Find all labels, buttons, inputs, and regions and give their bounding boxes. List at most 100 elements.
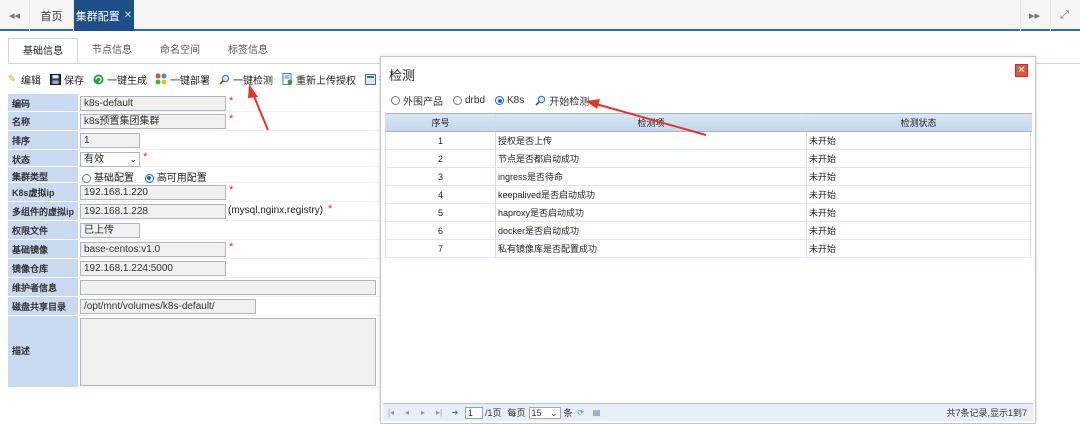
- tabs-next-button[interactable]: ▸▸: [1020, 0, 1048, 31]
- shared-dir-label: 磁盘共享目录: [8, 297, 78, 316]
- radio-button-checked-icon: [144, 173, 154, 183]
- tab-node-info[interactable]: 节点信息: [78, 38, 146, 64]
- floppy-icon: [49, 73, 61, 85]
- row-item-cell: 节点是否都启动成功: [496, 150, 807, 167]
- column-header-status[interactable]: 检测状态: [807, 114, 1031, 131]
- next-page-icon[interactable]: ▸: [418, 408, 428, 418]
- tab-basic-info[interactable]: 基础信息: [8, 38, 78, 64]
- license-file-field[interactable]: 已上传: [80, 223, 140, 238]
- table-row[interactable]: 2 节点是否都启动成功 未开始: [385, 150, 1032, 168]
- double-chevron-left-icon: ◂◂: [8, 10, 21, 22]
- license-file-label: 权限文件: [8, 221, 78, 240]
- radio-k8s[interactable]: K8s: [495, 95, 524, 106]
- tab-namespace[interactable]: 命名空间: [146, 38, 214, 64]
- form-row-license-file: 权限文件 已上传: [8, 221, 380, 240]
- row-item-cell: ingress是否待命: [496, 168, 807, 185]
- cluster-type-label: 集群类型: [8, 167, 78, 183]
- grid-header: 序号 检测项 检测状态: [385, 113, 1032, 132]
- table-row[interactable]: 4 keepalived是否启动成功 未开始: [385, 186, 1032, 204]
- radio-button-icon: [82, 173, 91, 183]
- table-row[interactable]: 3 ingress是否待命 未开始: [385, 168, 1032, 186]
- row-item-cell: 授权是否上传: [496, 132, 807, 149]
- radio-button-checked-icon: [495, 96, 505, 105]
- close-icon[interactable]: ✕: [1015, 64, 1028, 77]
- magnifier-icon: [534, 95, 546, 107]
- components-icon: [155, 73, 167, 85]
- radio-k8s-label: K8s: [507, 95, 525, 106]
- save-button-label: 保存: [64, 75, 84, 87]
- refresh-icon[interactable]: ⟳: [576, 408, 586, 418]
- row-no-cell: 4: [385, 186, 496, 203]
- form-row-base-image: 基础镜像 base-centos:v1.0 *: [8, 240, 380, 259]
- first-page-icon[interactable]: |◂: [386, 408, 396, 418]
- maintainer-label: 维护者信息: [8, 278, 78, 297]
- table-row[interactable]: 7 私有镜像库是否配置成功 未开始: [385, 240, 1032, 258]
- row-item-cell: keepalived是否启动成功: [496, 186, 807, 203]
- status-select[interactable]: 有效 ⌄: [80, 152, 140, 167]
- status-label: 状态: [8, 150, 78, 167]
- radio-drbd-label: drbd: [465, 95, 486, 106]
- radio-drbd[interactable]: drbd: [453, 95, 485, 106]
- k8s-vip-field[interactable]: 192.168.1.220: [80, 185, 226, 200]
- k8s-vip-label: K8s虚拟ip: [8, 183, 78, 202]
- tabs-prev-button[interactable]: ◂◂: [0, 0, 30, 31]
- grid-pager: |◂ ◂ ▸ ▸| ➜ 1 /1页 每页 15 ⌄ 条 ⟳ ▤ 共7条记录,显示1…: [383, 403, 1033, 421]
- grid-body: 1 授权是否上传 未开始 2 节点是否都启动成功 未开始 3 ingress是否待命 未开始 4 k…: [385, 132, 1032, 258]
- save-button[interactable]: 保存: [49, 72, 84, 87]
- order-field[interactable]: 1: [80, 133, 140, 148]
- order-label: 排序: [8, 131, 78, 150]
- required-mark: *: [229, 113, 234, 125]
- generate-button-label: 一键生成: [107, 75, 147, 87]
- tab-cluster-config[interactable]: 集群配置 ✕: [74, 0, 134, 31]
- page-number-input[interactable]: 1: [465, 406, 483, 419]
- form-row-maintainer: 维护者信息: [8, 278, 380, 297]
- table-row[interactable]: 1 授权是否上传 未开始: [385, 132, 1032, 150]
- required-mark: *: [229, 241, 234, 253]
- fullscreen-button[interactable]: ⤢: [1050, 0, 1078, 31]
- edit-button[interactable]: ✎ 编辑: [6, 72, 41, 87]
- top-tab-bar: ◂◂ 首页 集群配置 ✕ ▸▸ ⤢: [0, 0, 1080, 31]
- column-header-no[interactable]: 序号: [385, 114, 496, 131]
- close-icon[interactable]: ✕: [124, 10, 132, 21]
- row-no-cell: 5: [385, 204, 496, 221]
- radio-peripheral[interactable]: 外围产品: [391, 93, 443, 108]
- table-row[interactable]: 6 docker是否启动成功 未开始: [385, 222, 1032, 240]
- start-detect-button[interactable]: 开始检测: [534, 93, 589, 108]
- pager-summary: 共7条记录,显示1到7: [946, 408, 1027, 418]
- generate-button[interactable]: 一键生成: [92, 72, 147, 87]
- required-mark: *: [229, 95, 234, 107]
- table-row[interactable]: 5 haproxy是否启动成功 未开始: [385, 204, 1032, 222]
- tab-label-info[interactable]: 标签信息: [214, 38, 282, 64]
- shared-dir-field[interactable]: /opt/mnt/volumes/k8s-default/: [80, 299, 256, 314]
- maintainer-field[interactable]: [80, 280, 376, 295]
- deploy-button[interactable]: 一键部署: [155, 72, 210, 87]
- pencil-icon: ✎: [7, 73, 17, 85]
- row-status-cell: 未开始: [807, 168, 1031, 185]
- detect-target-options: 外围产品 drbd K8s 开始检测: [391, 93, 589, 108]
- code-field[interactable]: k8s-default: [80, 96, 226, 111]
- row-no-cell: 6: [385, 222, 496, 239]
- status-select-value: 有效: [84, 154, 104, 165]
- image-repo-field[interactable]: 192.168.1.224:5000: [80, 261, 226, 276]
- row-status-cell: 未开始: [807, 240, 1031, 257]
- form-row-shared-dir: 磁盘共享目录 /opt/mnt/volumes/k8s-default/: [8, 297, 380, 316]
- last-page-icon[interactable]: ▸|: [434, 408, 444, 418]
- reupload-license-button-label: 重新上传授权: [296, 75, 356, 87]
- row-status-cell: 未开始: [807, 150, 1031, 167]
- double-chevron-right-icon: ▸▸: [1028, 10, 1041, 22]
- reupload-license-button[interactable]: 重新上传授权: [281, 72, 356, 87]
- go-page-icon[interactable]: ➜: [450, 408, 460, 418]
- tab-home[interactable]: 首页: [30, 0, 74, 31]
- description-label: 描述: [8, 316, 78, 388]
- detect-button[interactable]: 一键检测: [218, 72, 273, 87]
- multi-vip-field[interactable]: 192.168.1.228: [80, 204, 226, 219]
- dialog-title: 检测: [389, 68, 416, 83]
- description-textarea[interactable]: [80, 318, 376, 386]
- per-page-select[interactable]: 15 ⌄: [528, 406, 561, 419]
- export-icon[interactable]: ▤: [592, 408, 602, 418]
- form-row-cluster-type: 集群类型 基础配置 高可用配置: [8, 167, 380, 184]
- name-field[interactable]: k8s预置集团集群: [80, 114, 226, 129]
- prev-page-icon[interactable]: ◂: [402, 408, 412, 418]
- base-image-field[interactable]: base-centos:v1.0: [80, 242, 226, 257]
- column-header-item[interactable]: 检测项: [496, 114, 807, 131]
